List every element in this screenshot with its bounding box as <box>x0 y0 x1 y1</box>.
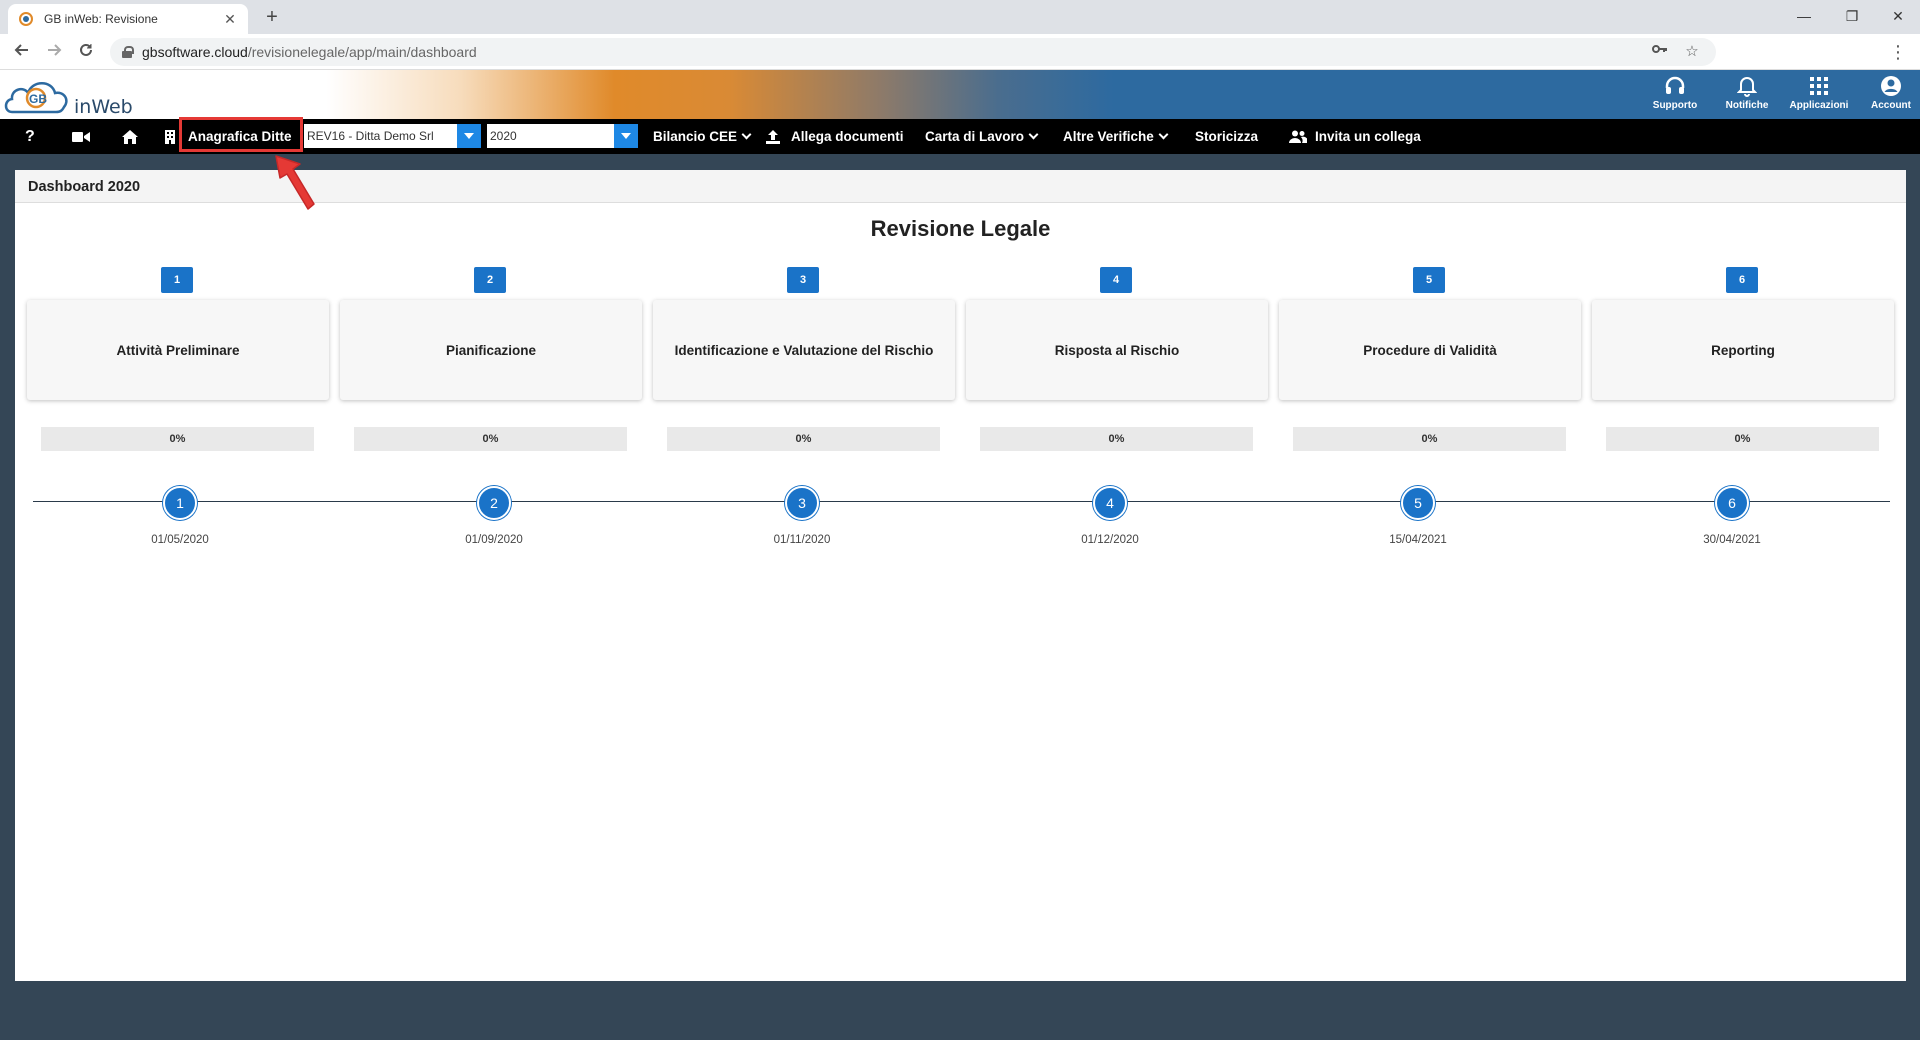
browser-tab-strip: GB inWeb: Revisione ✕ + — ❐ ✕ <box>0 0 1920 34</box>
year-select[interactable]: 2020 <box>487 124 638 148</box>
page-title: Revisione Legale <box>870 216 1051 241</box>
phase-card[interactable]: Risposta al Rischio <box>966 300 1268 400</box>
bell-icon <box>1714 72 1780 100</box>
highlight-box <box>179 117 303 152</box>
phase-badge: 5 <box>1413 267 1445 293</box>
supporto-button[interactable]: Supporto <box>1642 72 1708 118</box>
restore-button[interactable]: ❐ <box>1832 4 1872 28</box>
browser-menu-icon[interactable]: ⋮ <box>1888 40 1908 64</box>
lock-icon <box>122 46 134 58</box>
forward-button[interactable] <box>42 40 66 64</box>
chevron-down-icon <box>1028 129 1039 140</box>
bilancio-cee-menu[interactable]: Bilancio CEE <box>653 119 752 154</box>
allega-documenti-button[interactable]: Allega documenti <box>791 119 904 154</box>
timeline-node[interactable]: 5 <box>1401 486 1435 520</box>
notifiche-button[interactable]: Notifiche <box>1714 72 1780 118</box>
phase-card[interactable]: Procedure di Validità <box>1279 300 1581 400</box>
applicazioni-button[interactable]: Applicazioni <box>1786 72 1852 118</box>
timeline-date: 01/05/2020 <box>151 534 209 546</box>
supporto-label: Supporto <box>1652 100 1698 111</box>
help-button[interactable]: ? <box>25 119 35 154</box>
timeline-date: 01/09/2020 <box>465 534 523 546</box>
url-text: gbsoftware.cloud/revisionelegale/app/mai… <box>142 44 477 60</box>
phase-badge: 3 <box>787 267 819 293</box>
phase-badge: 1 <box>161 267 193 293</box>
timeline-date: 01/12/2020 <box>1081 534 1139 546</box>
phase-card[interactable]: Pianificazione <box>340 300 642 400</box>
altre-verifiche-menu[interactable]: Altre Verifiche <box>1063 119 1169 154</box>
back-button[interactable] <box>10 40 34 64</box>
dropdown-caret-icon[interactable] <box>457 124 481 148</box>
phase-card[interactable]: Identificazione e Valutazione del Rischi… <box>653 300 955 400</box>
year-select-value: 2020 <box>490 129 517 143</box>
timeline-date: 01/11/2020 <box>773 534 831 546</box>
gb-favicon-icon <box>18 11 34 27</box>
app-header: GB inWeb Supporto Notifiche Applicazioni… <box>0 70 1920 119</box>
browser-tab[interactable]: GB inWeb: Revisione ✕ <box>8 4 248 34</box>
company-select[interactable]: REV16 - Ditta Demo Srl <box>304 124 481 148</box>
progress-bar: 0% <box>667 427 940 451</box>
storicizza-button[interactable]: Storicizza <box>1195 119 1258 154</box>
phase-badge: 6 <box>1726 267 1758 293</box>
video-camera-icon[interactable] <box>70 119 92 154</box>
headset-icon <box>1642 72 1708 100</box>
carta-di-lavoro-menu[interactable]: Carta di Lavoro <box>925 119 1039 154</box>
logo-text: inWeb <box>74 96 133 118</box>
progress-bar: 0% <box>1293 427 1566 451</box>
tab-title: GB inWeb: Revisione <box>44 12 158 26</box>
progress-bar: 0% <box>41 427 314 451</box>
progress-label: 0% <box>795 433 812 445</box>
timeline-line <box>33 501 1890 502</box>
progress-label: 0% <box>1734 433 1751 445</box>
cloud-logo-icon: GB <box>4 82 68 114</box>
progress-label: 0% <box>1108 433 1125 445</box>
timeline-node[interactable]: 3 <box>785 486 819 520</box>
progress-bar: 0% <box>980 427 1253 451</box>
notifiche-label: Notifiche <box>1725 100 1769 111</box>
url-field[interactable]: gbsoftware.cloud/revisionelegale/app/mai… <box>110 38 1716 66</box>
upload-icon <box>764 119 782 154</box>
progress-bar: 0% <box>1606 427 1879 451</box>
address-bar: gbsoftware.cloud/revisionelegale/app/mai… <box>0 34 1920 70</box>
grid-icon <box>1786 72 1852 100</box>
close-window-button[interactable]: ✕ <box>1878 4 1918 28</box>
company-select-value: REV16 - Ditta Demo Srl <box>307 129 434 143</box>
building-icon <box>163 119 177 154</box>
dashboard-panel: Dashboard 2020 Revisione Legale 1 2 3 4 … <box>15 170 1906 981</box>
star-icon[interactable]: ☆ <box>1680 42 1704 62</box>
chevron-down-icon <box>741 129 752 140</box>
reload-button[interactable] <box>74 40 98 64</box>
timeline-date: 30/04/2021 <box>1703 534 1761 546</box>
phase-badge: 4 <box>1100 267 1132 293</box>
minimize-button[interactable]: — <box>1784 4 1824 28</box>
timeline-node[interactable]: 1 <box>163 486 197 520</box>
new-tab-button[interactable]: + <box>260 6 284 30</box>
account-icon <box>1858 72 1920 100</box>
timeline-node[interactable]: 2 <box>477 486 511 520</box>
progress-label: 0% <box>169 433 186 445</box>
applicazioni-label: Applicazioni <box>1789 100 1849 111</box>
dropdown-caret-icon[interactable] <box>614 124 638 148</box>
users-icon <box>1288 119 1308 154</box>
progress-label: 0% <box>1421 433 1438 445</box>
invita-collega-button[interactable]: Invita un collega <box>1315 119 1421 154</box>
account-button[interactable]: Account <box>1858 72 1920 118</box>
account-label: Account <box>1871 100 1911 111</box>
progress-label: 0% <box>482 433 499 445</box>
close-tab-icon[interactable]: ✕ <box>222 11 238 27</box>
phase-badge: 2 <box>474 267 506 293</box>
chevron-down-icon <box>1158 129 1169 140</box>
red-arrow-icon <box>275 155 315 210</box>
phase-card[interactable]: Reporting <box>1592 300 1894 400</box>
timeline-node[interactable]: 4 <box>1093 486 1127 520</box>
progress-bar: 0% <box>354 427 627 451</box>
phase-card[interactable]: Attività Preliminare <box>27 300 329 400</box>
key-icon[interactable] <box>1648 42 1672 62</box>
gb-inweb-logo: GB inWeb <box>2 72 142 118</box>
home-icon[interactable] <box>120 119 140 154</box>
timeline-date: 15/04/2021 <box>1389 534 1447 546</box>
timeline-node[interactable]: 6 <box>1715 486 1749 520</box>
svg-text:GB: GB <box>29 92 47 106</box>
